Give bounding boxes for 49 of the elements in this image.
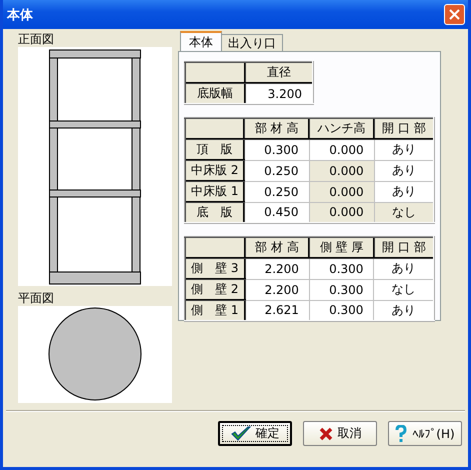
question-icon bbox=[395, 424, 408, 442]
section-label: 平面図 bbox=[18, 290, 54, 305]
table-cell[interactable]: 0.250 bbox=[244, 181, 310, 202]
table-cell[interactable]: 0.300 bbox=[309, 279, 374, 300]
column-header: 部 材 高 bbox=[244, 118, 310, 139]
check-icon bbox=[230, 426, 250, 442]
table-cell[interactable]: 0.450 bbox=[244, 202, 310, 223]
dialog-button[interactable]: 確定 bbox=[218, 421, 292, 446]
table-cell[interactable]: 2.200 bbox=[244, 279, 310, 300]
close-button[interactable] bbox=[444, 4, 465, 25]
table-cell[interactable]: 0.300 bbox=[309, 300, 374, 321]
cross-icon bbox=[318, 426, 332, 440]
column-header: ハンチ高 bbox=[309, 118, 374, 139]
table-cell[interactable]: あり bbox=[374, 139, 434, 160]
row-header: 側 壁 2 bbox=[185, 279, 245, 300]
column-header: 側 壁 厚 bbox=[309, 237, 374, 258]
table-cell[interactable]: 2.200 bbox=[244, 258, 310, 279]
header-cell bbox=[185, 62, 245, 83]
tab[interactable]: 出入り口 bbox=[221, 34, 283, 51]
row-header: 側 壁 1 bbox=[185, 300, 245, 321]
row-header: 中床版 1 bbox=[185, 181, 244, 202]
section-label: 正面図 bbox=[18, 32, 54, 46]
table-cell[interactable]: あり bbox=[374, 181, 434, 202]
tab[interactable]: 本体 bbox=[180, 31, 222, 51]
row-header: 底版幅 bbox=[185, 83, 245, 104]
table-cell[interactable]: あり bbox=[374, 258, 434, 279]
dialog-button[interactable]: ﾍﾙﾌﾟ(H) bbox=[388, 421, 462, 446]
column-header: 直径 bbox=[245, 62, 313, 83]
row-header: 中床版 2 bbox=[185, 160, 244, 181]
table-cell[interactable]: 3.200 bbox=[245, 83, 313, 104]
table-cell[interactable]: なし bbox=[374, 279, 434, 300]
table-cell[interactable]: 0.300 bbox=[244, 139, 310, 160]
row-header: 側 壁 3 bbox=[185, 258, 245, 279]
table-cell[interactable]: 0.000 bbox=[309, 139, 374, 160]
dialog-button[interactable]: 取消 bbox=[303, 421, 377, 446]
row-header: 底 版 bbox=[185, 202, 244, 223]
column-header: 開 口 部 bbox=[374, 237, 434, 258]
window-title: 本体 bbox=[7, 6, 33, 24]
table-cell[interactable]: 2.621 bbox=[244, 300, 310, 321]
row-header: 頂 版 bbox=[185, 139, 244, 160]
column-header: 開 口 部 bbox=[374, 118, 434, 139]
table-cell[interactable]: 0.300 bbox=[309, 258, 374, 279]
close-icon bbox=[449, 9, 460, 20]
column-header: 部 材 高 bbox=[244, 237, 310, 258]
table-cell[interactable]: あり bbox=[374, 300, 434, 321]
table-cell[interactable]: あり bbox=[374, 160, 434, 181]
header-cell bbox=[185, 237, 245, 258]
header-cell bbox=[185, 118, 244, 139]
table-cell[interactable]: 0.250 bbox=[244, 160, 310, 181]
